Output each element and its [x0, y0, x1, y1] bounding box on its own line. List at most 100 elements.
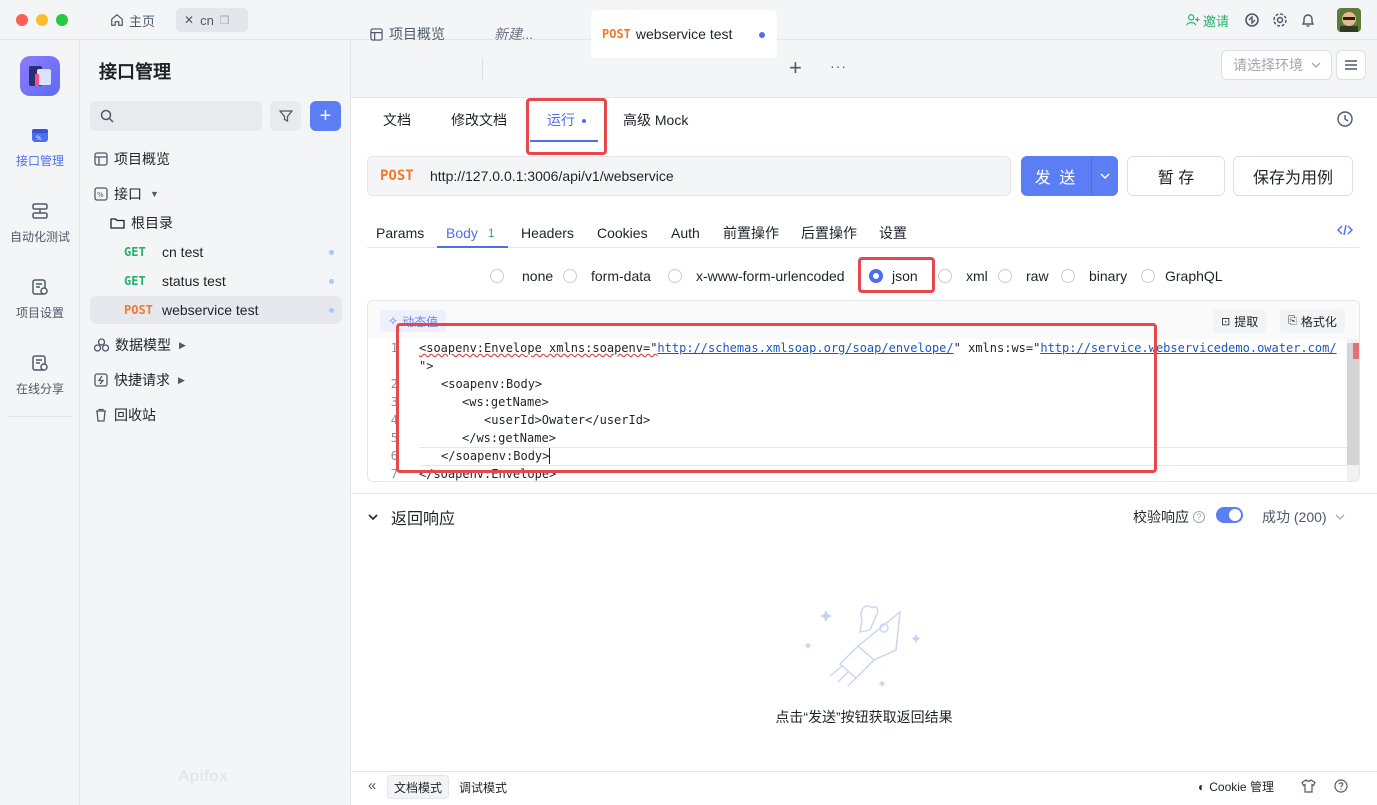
tab-mock[interactable]: 高级 Mock [623, 110, 688, 130]
doc-tab-active[interactable]: POST webservice test [591, 10, 777, 58]
tab-body[interactable]: Body 1 [446, 218, 495, 248]
collapse-sidebar-button[interactable]: « [368, 777, 376, 794]
save-as-case-button[interactable]: 保存为用例 [1233, 156, 1353, 196]
minimize-window-button[interactable] [36, 14, 48, 26]
close-window-button[interactable] [16, 14, 28, 26]
tab-post-operations[interactable]: 后置操作 [801, 218, 857, 248]
radio-raw[interactable]: raw [998, 266, 1049, 286]
radio-binary[interactable]: binary [1061, 266, 1127, 286]
endpoint-name: cn test [162, 244, 204, 260]
radio-none[interactable]: none [490, 266, 553, 286]
environment-select[interactable]: 请选择环境 [1221, 50, 1332, 80]
tree-item-overview[interactable]: 项目概览 [90, 145, 342, 173]
sidebar: 接口管理 + 项目概览 % 接口 ▼ 根目录 GET cn test GET s… [80, 40, 351, 805]
tree-item-label: 回收站 [114, 407, 156, 423]
send-button[interactable]: 发 送 [1021, 156, 1091, 196]
tab-settings[interactable]: 设置 [879, 218, 907, 248]
add-button[interactable]: + [310, 101, 341, 131]
avatar[interactable] [1337, 8, 1361, 32]
invite-button[interactable]: 邀请 [1186, 8, 1229, 32]
cookie-manager-button[interactable]: ◐ Cookie 管理 [1198, 778, 1274, 795]
method-badge: GET [124, 274, 146, 288]
save-temp-button[interactable]: 暂 存 [1127, 156, 1225, 196]
line-number: 2 [390, 377, 398, 391]
tree-item-root-folder[interactable]: 根目录 [90, 209, 342, 237]
validate-toggle[interactable] [1216, 507, 1243, 523]
help-icon[interactable]: ? [1193, 511, 1205, 523]
tree-item-interfaces[interactable]: % 接口 ▼ [90, 180, 342, 208]
project-logo[interactable] [20, 56, 60, 96]
radio-graphql[interactable]: GraphQL [1141, 266, 1223, 286]
line-number: 5 [390, 431, 398, 445]
doc-mode-button[interactable]: 文档模式 [387, 775, 450, 799]
help-icon[interactable] [1334, 779, 1348, 793]
shirt-icon[interactable] [1301, 779, 1316, 793]
tab-auth[interactable]: Auth [671, 218, 700, 248]
tab-edit-doc[interactable]: 修改文档 [451, 110, 507, 130]
sync-icon[interactable] [1244, 12, 1260, 28]
chevron-down-icon [368, 514, 378, 521]
doc-tab-label: webservice test [635, 26, 733, 42]
overview-icon [94, 152, 108, 166]
tree-item-quick-requests[interactable]: 快捷请求 ▶ [90, 366, 342, 394]
url-bar[interactable]: POST http://127.0.0.1:3006/api/v1/webser… [367, 156, 1011, 196]
extract-button[interactable]: ⊡ 提取 [1213, 309, 1267, 333]
debug-mode-button[interactable]: 调试模式 [453, 775, 513, 799]
tab-doc[interactable]: 文档 [383, 110, 411, 130]
rail-item-api-management[interactable]: % 接口管理 [0, 124, 80, 169]
tree-item-data-models[interactable]: 数据模型 ▶ [90, 331, 342, 359]
menu-button[interactable] [1336, 50, 1366, 80]
home-tab[interactable]: 主页 [102, 8, 163, 32]
copy-icon: ❐ [219, 14, 230, 27]
body-count-badge: 1 [487, 226, 495, 240]
radio-circle [938, 269, 952, 283]
gear-icon[interactable] [1272, 12, 1288, 28]
tree-item-endpoint[interactable]: GET cn test [90, 238, 342, 266]
radio-label: binary [1089, 268, 1128, 284]
double-chevron-left-icon: « [368, 777, 377, 794]
bell-icon[interactable] [1300, 12, 1316, 28]
radio-x-www-form-urlencoded[interactable]: x-www-form-urlencoded [668, 266, 845, 286]
unsaved-dot [329, 250, 334, 255]
tab-params[interactable]: Params [376, 218, 424, 248]
code-icon[interactable] [1337, 223, 1353, 237]
tree-item-endpoint[interactable]: GET status test [90, 267, 342, 295]
tab-pre-operations[interactable]: 前置操作 [723, 218, 779, 248]
history-icon[interactable] [1336, 110, 1354, 128]
send-dropdown-button[interactable] [1091, 156, 1118, 196]
radio-form-data[interactable]: form-data [563, 266, 651, 286]
tree-item-recycle-bin[interactable]: 回收站 [90, 401, 342, 429]
request-method-select[interactable]: POST [380, 168, 430, 184]
line-number: 4 [390, 413, 398, 427]
response-header[interactable]: 返回响应 [367, 505, 455, 529]
doc-tab-overview[interactable]: 项目概览 [362, 10, 480, 58]
url-input[interactable]: http://127.0.0.1:3006/api/v1/webservice [430, 168, 674, 184]
radio-xml[interactable]: xml [938, 266, 988, 286]
radio-circle [1061, 269, 1075, 283]
tab-cookies[interactable]: Cookies [597, 218, 648, 248]
more-tabs-button[interactable]: ··· [830, 58, 847, 74]
editor-scrollbar[interactable] [1347, 339, 1359, 481]
tree-item-endpoint-selected[interactable]: POST webservice test [90, 296, 342, 324]
response-status-select[interactable]: 成功 (200) [1262, 507, 1345, 527]
tab-headers[interactable]: Headers [521, 218, 574, 248]
rail-label: 在线分享 [15, 382, 64, 396]
rail-item-project-settings[interactable]: 项目设置 [0, 276, 80, 321]
method-badge: GET [124, 245, 146, 259]
rail-item-automation[interactable]: 自动化测试 [0, 200, 80, 245]
project-tab[interactable]: ✕ cn ❐ [176, 8, 248, 32]
interface-icon: % [94, 187, 108, 201]
tree-item-label: 数据模型 [115, 337, 171, 353]
filter-button[interactable] [270, 101, 301, 131]
maximize-window-button[interactable] [56, 14, 68, 26]
search-input[interactable] [90, 101, 262, 131]
doc-tab-new[interactable]: 新建... [486, 10, 586, 58]
rail-item-online-share[interactable]: 在线分享 [0, 352, 80, 397]
new-tab-button[interactable]: + [789, 57, 802, 79]
svg-text:%: % [36, 135, 42, 142]
line-number: 6 [390, 449, 398, 463]
cookie-icon: ◐ [1198, 779, 1206, 794]
format-button[interactable]: ⎘ 格式化 [1280, 309, 1345, 333]
automation-test-icon [32, 203, 48, 219]
close-icon[interactable]: ✕ [184, 13, 194, 27]
